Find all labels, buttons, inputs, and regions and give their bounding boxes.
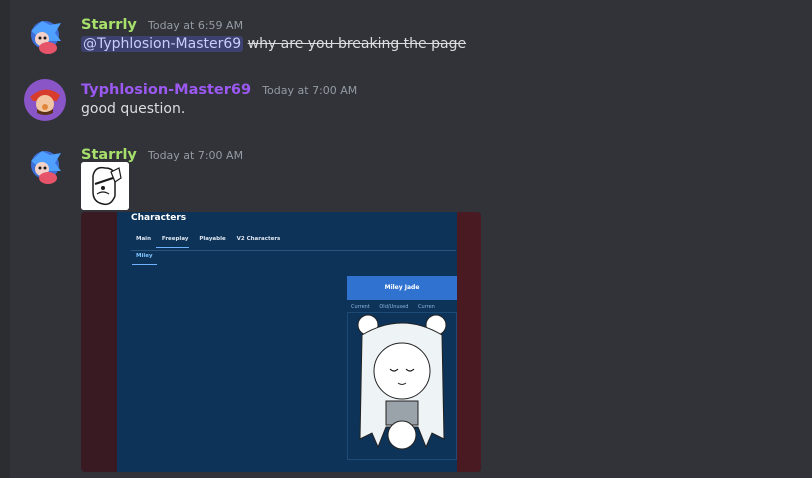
username[interactable]: Starrly — [81, 147, 137, 163]
timestamp: Today at 6:59 AM — [147, 19, 244, 32]
game-tab: Main — [136, 236, 151, 242]
starrly-avatar-art — [24, 145, 66, 187]
character-card-header: Miley Jade — [347, 276, 457, 300]
message-header: Typhlosion-Master69 Today at 7:00 AM — [81, 79, 357, 98]
user-avatar[interactable] — [24, 79, 66, 121]
character-card-tabs: Current Old/Unused Curren — [351, 304, 443, 310]
card-tab: Old/Unused — [379, 304, 409, 310]
sticker-art — [81, 162, 129, 210]
user-avatar[interactable] — [24, 145, 66, 187]
user-mention[interactable]: @Typhlosion-Master69 — [81, 36, 244, 52]
message-header: Starrly Today at 7:00 AM — [81, 144, 243, 163]
game-title: Characters — [131, 213, 187, 223]
message-content: good question. — [81, 101, 186, 117]
image-attachment[interactable]: Characters Main Freeplay Playable V2 Cha… — [81, 212, 481, 472]
card-tab: Curren — [418, 304, 435, 310]
game-tab: V2 Characters — [236, 236, 281, 242]
divider — [131, 250, 456, 251]
user-avatar[interactable] — [24, 15, 66, 57]
message-header: Starrly Today at 6:59 AM — [81, 14, 243, 33]
character-frame — [347, 312, 457, 460]
typhlosion-avatar-art — [24, 79, 66, 121]
sticker-image[interactable] — [81, 162, 129, 210]
game-tabs: Main Freeplay Playable V2 Characters — [136, 236, 289, 242]
character-name: Miley Jade — [384, 284, 420, 291]
card-tab: Current — [351, 304, 370, 310]
active-tab-underline — [156, 247, 189, 248]
game-side-panel — [81, 212, 117, 472]
timestamp: Today at 7:00 AM — [147, 149, 244, 162]
username[interactable]: Typhlosion-Master69 — [81, 82, 251, 98]
game-side-panel — [457, 212, 481, 472]
active-subtab-underline — [132, 264, 157, 265]
left-rail — [0, 0, 10, 478]
game-tab: Freeplay — [161, 236, 189, 242]
timestamp: Today at 7:00 AM — [262, 84, 358, 97]
message-content: @Typhlosion-Master69 why are you breakin… — [81, 36, 466, 52]
strikethrough-text: why are you breaking the page — [247, 36, 467, 52]
game-subtab: Miley — [136, 253, 153, 259]
game-tab: Playable — [199, 236, 226, 242]
character-art — [357, 314, 447, 450]
username[interactable]: Starrly — [81, 17, 137, 33]
starrly-avatar-art — [24, 15, 66, 57]
